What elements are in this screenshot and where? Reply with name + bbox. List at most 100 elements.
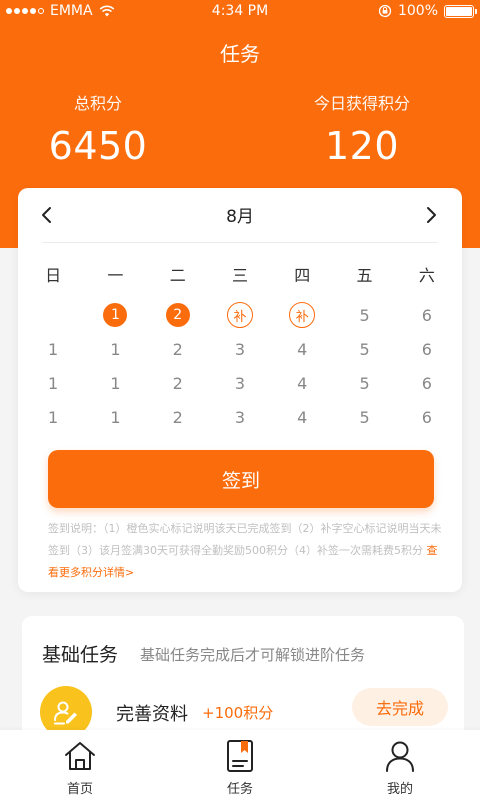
day-number: 2 bbox=[172, 339, 183, 359]
calendar-week-row: 1 2 补 补 5 6 bbox=[22, 298, 458, 332]
day-number: 5 bbox=[359, 407, 370, 427]
calendar-day[interactable]: 6 bbox=[396, 306, 458, 325]
calendar-day[interactable]: 补 bbox=[271, 302, 333, 328]
day-number: 6 bbox=[421, 339, 432, 359]
next-month-button[interactable] bbox=[416, 200, 446, 230]
signin-note-text: 签到说明：（1）橙色实心标记说明该天已完成签到（2）补字空心标记说明当天未签到（… bbox=[48, 522, 442, 557]
calendar-day[interactable]: 1 bbox=[22, 340, 84, 359]
tab-task-label: 任务 bbox=[226, 782, 253, 797]
signed-day-marker: 2 bbox=[165, 303, 190, 327]
signin-button[interactable]: 签到 bbox=[48, 450, 434, 508]
calendar-day[interactable]: 1 bbox=[84, 408, 146, 427]
day-number: 1 bbox=[48, 407, 59, 427]
day-number: 1 bbox=[110, 339, 121, 359]
tab-profile[interactable]: 我的 bbox=[320, 730, 480, 800]
chevron-right-icon bbox=[427, 207, 436, 223]
day-number: 5 bbox=[359, 373, 370, 393]
tab-bar: 首页 任务 我的 bbox=[0, 730, 480, 800]
calendar-day[interactable]: 1 bbox=[22, 374, 84, 393]
signed-day-marker: 1 bbox=[103, 303, 128, 327]
calendar-grid: 日 一 二 三 四 五 六 1 2 补 补 5 6 1 1 2 3 4 5 6 1 1 2 3 4 5 6 1 1 2 3 4 5 6 bbox=[22, 256, 458, 434]
calendar-day[interactable]: 4 bbox=[271, 340, 333, 359]
calendar-day[interactable]: 2 bbox=[147, 340, 209, 359]
calendar-day[interactable]: 6 bbox=[396, 408, 458, 427]
day-number: 4 bbox=[297, 339, 308, 359]
day-number: 6 bbox=[421, 407, 432, 427]
calendar-day[interactable]: 3 bbox=[209, 408, 271, 427]
total-points-value: 6450 bbox=[48, 124, 148, 168]
weekday-label: 一 bbox=[107, 266, 124, 285]
calendar-week-row: 1 1 2 3 4 5 6 bbox=[22, 400, 458, 434]
makeup-day-marker: 补 bbox=[226, 302, 253, 328]
today-points-label: 今日获得积分 bbox=[313, 94, 410, 113]
basic-tasks-card: 基础任务 基础任务完成后才可解锁进阶任务 完善资料 +100积分 去完成 bbox=[22, 616, 464, 746]
calendar-week-row: 1 1 2 3 4 5 6 bbox=[22, 332, 458, 366]
day-number: 2 bbox=[172, 407, 183, 427]
task-name: 完善资料 bbox=[116, 704, 188, 725]
calendar-day[interactable]: 5 bbox=[333, 374, 395, 393]
calendar-day[interactable]: 补 bbox=[209, 302, 271, 328]
task-icon bbox=[222, 738, 258, 774]
task-points: +100积分 bbox=[202, 704, 274, 722]
day-number: 2 bbox=[172, 373, 183, 393]
calendar-divider bbox=[42, 242, 438, 243]
page-title: 任务 bbox=[220, 42, 260, 66]
basic-tasks-subheading: 基础任务完成后才可解锁进阶任务 bbox=[140, 646, 366, 664]
calendar-day[interactable]: 1 bbox=[84, 340, 146, 359]
calendar-day[interactable]: 5 bbox=[333, 306, 395, 325]
calendar-day[interactable]: 5 bbox=[333, 408, 395, 427]
weekday-label: 五 bbox=[356, 266, 373, 285]
day-number: 3 bbox=[234, 373, 246, 393]
day-number: 6 bbox=[421, 373, 432, 393]
calendar-day[interactable]: 1 bbox=[22, 408, 84, 427]
today-points: 今日获得积分 120 bbox=[244, 90, 480, 168]
tab-profile-label: 我的 bbox=[386, 782, 413, 797]
calendar-day[interactable]: 2 bbox=[147, 303, 209, 327]
battery-percent: 100% bbox=[397, 3, 438, 19]
profile-icon bbox=[382, 738, 418, 774]
battery-level bbox=[446, 6, 472, 16]
day-number: 5 bbox=[359, 305, 370, 325]
battery-icon bbox=[444, 4, 477, 18]
weekday-label: 六 bbox=[418, 266, 435, 285]
day-number: 1 bbox=[110, 407, 121, 427]
calendar-card: 8月 日 一 二 三 四 五 六 1 2 补 补 5 6 1 1 2 3 4 5 6 1 1 2 3 4 5 6 1 1 2 3 4 5 6 签… bbox=[18, 188, 462, 592]
calendar-day[interactable]: 1 bbox=[84, 303, 146, 327]
day-number: 4 bbox=[297, 407, 308, 427]
day-number: 3 bbox=[234, 407, 246, 427]
day-number: 1 bbox=[48, 373, 59, 393]
calendar-nav: 8月 bbox=[18, 188, 462, 242]
total-points: 总积分 6450 bbox=[0, 90, 196, 168]
tab-home-label: 首页 bbox=[66, 782, 93, 797]
calendar-day[interactable]: 6 bbox=[396, 374, 458, 393]
day-number: 3 bbox=[234, 339, 246, 359]
makeup-day-marker: 补 bbox=[289, 302, 316, 328]
total-points-label: 总积分 bbox=[73, 94, 122, 113]
calendar-day[interactable]: 1 bbox=[84, 374, 146, 393]
weekday-label: 三 bbox=[231, 266, 248, 285]
calendar-day[interactable]: 4 bbox=[271, 408, 333, 427]
calendar-day[interactable]: 5 bbox=[333, 340, 395, 359]
weekday-header: 日一二三四五六 bbox=[22, 256, 458, 292]
today-points-value: 120 bbox=[324, 124, 400, 168]
calendar-day[interactable]: 4 bbox=[271, 374, 333, 393]
day-number: 4 bbox=[297, 373, 308, 393]
calendar-day[interactable]: 3 bbox=[209, 340, 271, 359]
tab-task[interactable]: 任务 bbox=[160, 730, 320, 800]
weekday-label: 二 bbox=[169, 266, 186, 285]
complete-task-button[interactable]: 去完成 bbox=[352, 688, 448, 726]
day-number: 6 bbox=[421, 305, 432, 325]
day-number: 5 bbox=[359, 339, 370, 359]
tab-home[interactable]: 首页 bbox=[0, 730, 160, 800]
weekday-label: 四 bbox=[294, 266, 311, 285]
day-number: 1 bbox=[110, 373, 121, 393]
status-right: 100% bbox=[378, 3, 477, 19]
signin-note: 签到说明：（1）橙色实心标记说明该天已完成签到（2）补字空心标记说明当天未签到（… bbox=[48, 518, 442, 584]
calendar-day[interactable]: 2 bbox=[147, 408, 209, 427]
rotation-lock-icon bbox=[378, 4, 392, 18]
home-icon bbox=[62, 738, 98, 774]
calendar-day[interactable]: 3 bbox=[209, 374, 271, 393]
status-bar: EMMA 4:34 PM 100% bbox=[0, 0, 480, 24]
calendar-day[interactable]: 6 bbox=[396, 340, 458, 359]
calendar-day[interactable]: 2 bbox=[147, 374, 209, 393]
